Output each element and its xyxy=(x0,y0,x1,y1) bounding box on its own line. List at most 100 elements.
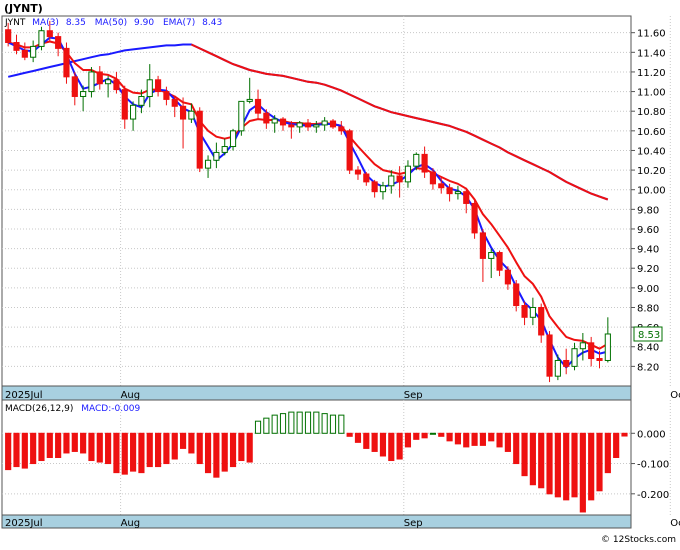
macd-legend: MACD(26,12,9) MACD:-0.009 xyxy=(5,404,141,414)
macd-bar xyxy=(263,417,270,434)
candle-body xyxy=(571,348,578,367)
candle-body xyxy=(171,98,178,107)
macd-bar xyxy=(346,432,353,437)
candle-body xyxy=(338,126,345,132)
chart-title: (JYNT) xyxy=(4,2,43,15)
price-tick-label: 9.40 xyxy=(637,245,659,256)
x-tick-label: Aug xyxy=(121,390,141,401)
macd-bar xyxy=(363,432,370,449)
macd-bar xyxy=(538,432,545,489)
candle-body xyxy=(88,71,95,93)
legend-ma50-label: MA(50) xyxy=(95,18,127,28)
macd-bar xyxy=(146,432,153,468)
macd-bar xyxy=(246,432,253,463)
price-tick-label: 10.40 xyxy=(637,146,666,157)
candle-body xyxy=(179,105,187,120)
legend-symbol: JYNT xyxy=(4,18,26,28)
last-price-label: 8.53 xyxy=(638,330,660,341)
candle xyxy=(346,128,353,175)
candle-body xyxy=(513,283,520,307)
x-tick-label: 2025Jul xyxy=(5,518,43,529)
candle-body xyxy=(105,79,112,85)
macd-bar xyxy=(546,432,553,495)
candle-body xyxy=(538,306,545,336)
candle-body xyxy=(21,49,28,58)
candle-body xyxy=(146,79,153,97)
candle-body xyxy=(38,30,45,47)
macd-bar xyxy=(313,411,320,434)
candle-body xyxy=(354,169,362,175)
macd-bar xyxy=(579,432,586,513)
candle-body xyxy=(388,175,395,187)
macd-bar xyxy=(121,432,128,475)
macd-bar xyxy=(338,414,345,434)
macd-bar xyxy=(113,432,120,474)
candle-body xyxy=(346,130,353,171)
candle-body xyxy=(221,146,228,153)
candle-body xyxy=(596,358,603,361)
candle-body xyxy=(5,29,12,43)
legend-ma3-value: 8.35 xyxy=(66,18,86,28)
candle-body xyxy=(479,232,486,259)
x-tick-label: Oct xyxy=(670,390,680,401)
macd-bar xyxy=(63,432,70,454)
macd-legend-value: MACD:-0.009 xyxy=(81,404,140,414)
legend-ma50-value: 9.90 xyxy=(134,18,154,28)
price-tick-label: 10.60 xyxy=(637,127,666,138)
macd-bar xyxy=(479,432,486,446)
candle-body xyxy=(438,183,445,189)
candle-body xyxy=(263,112,270,124)
price-x-axis-band xyxy=(1,385,632,401)
candle xyxy=(546,331,553,383)
candle-body xyxy=(404,165,412,183)
candle-body xyxy=(588,342,595,360)
macd-bar xyxy=(296,411,303,434)
macd-bar xyxy=(288,411,295,434)
price-panel xyxy=(1,15,632,401)
macd-bar xyxy=(5,432,12,471)
candle-body xyxy=(96,71,103,85)
x-tick-label: Aug xyxy=(121,518,141,529)
candle-body xyxy=(396,175,403,183)
macd-bar xyxy=(88,432,95,462)
macd-bar xyxy=(429,432,437,435)
price-tick-label: 9.60 xyxy=(637,225,659,236)
macd-bar xyxy=(488,432,495,442)
candle-body xyxy=(188,110,195,120)
macd-bar xyxy=(179,432,187,449)
candle-body xyxy=(163,91,170,100)
price-tick-label: 8.80 xyxy=(637,303,659,314)
legend-ema-value: 8.43 xyxy=(202,18,222,28)
candle-body xyxy=(488,252,495,259)
candle-body xyxy=(446,187,453,195)
macd-bar xyxy=(513,432,520,465)
legend-ema-label: EMA(7) xyxy=(163,18,195,28)
macd-bar xyxy=(438,432,445,437)
macd-bar xyxy=(254,420,262,434)
x-tick-label: Oct xyxy=(670,518,680,529)
macd-bar xyxy=(354,432,362,443)
price-tick-label: 11.40 xyxy=(637,48,666,59)
candle-body xyxy=(604,333,611,361)
macd-tick-label: 0.000 xyxy=(637,429,666,440)
macd-bar xyxy=(238,432,245,462)
macd-bar xyxy=(588,432,595,501)
candle-body xyxy=(413,153,420,167)
macd-bar xyxy=(279,413,287,434)
price-tick-label: 9.20 xyxy=(637,264,659,275)
candle xyxy=(38,26,45,51)
macd-bar xyxy=(454,432,461,445)
candle-body xyxy=(80,91,87,97)
macd-bar xyxy=(604,432,611,474)
macd-bar xyxy=(329,414,337,434)
candle-body xyxy=(496,252,503,271)
candle xyxy=(238,100,245,136)
macd-axis: 0.000 -0.100 -0.200 xyxy=(631,429,669,501)
candle-body xyxy=(213,151,220,161)
price-tick-label: 8.40 xyxy=(637,343,659,354)
candle-body xyxy=(421,153,428,173)
macd-bar xyxy=(155,432,162,468)
candle-body xyxy=(529,306,536,318)
candle-body xyxy=(13,41,20,51)
macd-bar xyxy=(13,432,20,468)
